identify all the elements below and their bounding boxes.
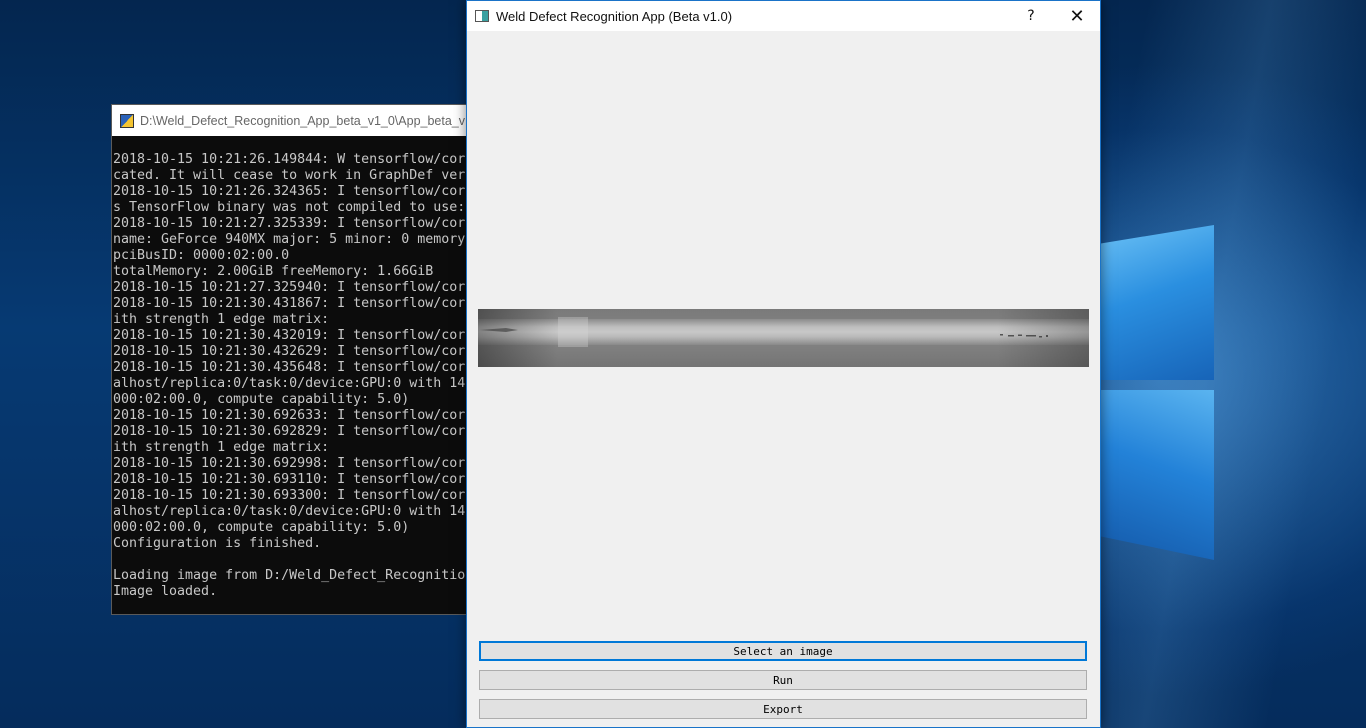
console-line: 2018-10-15 10:21:30.432019: I tensorflow…	[113, 328, 470, 343]
console-line: 2018-10-15 10:21:27.325940: I tensorflow…	[113, 280, 470, 295]
run-button[interactable]: Run	[479, 670, 1087, 690]
weld-image-view	[478, 309, 1089, 367]
help-button[interactable]: ?	[1008, 1, 1054, 31]
close-button[interactable]: ✕	[1054, 1, 1100, 31]
console-titlebar[interactable]: D:\Weld_Defect_Recognition_App_beta_v1_0…	[112, 105, 470, 136]
console-line: 2018-10-15 10:21:30.692829: I tensorflow…	[113, 424, 470, 439]
console-line: totalMemory: 2.00GiB freeMemory: 1.66GiB	[113, 264, 434, 279]
console-line: s TensorFlow binary was not compiled to …	[113, 200, 466, 215]
console-line: 2018-10-15 10:21:30.693300: I tensorflow…	[113, 488, 470, 503]
console-line: 2018-10-15 10:21:30.692633: I tensorflow…	[113, 408, 470, 423]
app-titlebar[interactable]: Weld Defect Recognition App (Beta v1.0) …	[467, 1, 1100, 31]
console-line: Image loaded.	[113, 584, 218, 599]
app-title: Weld Defect Recognition App (Beta v1.0)	[496, 8, 733, 24]
console-line: 2018-10-15 10:21:30.692998: I tensorflow…	[113, 456, 470, 471]
console-line: pciBusID: 0000:02:00.0	[113, 248, 290, 263]
close-icon: ✕	[1069, 5, 1085, 27]
console-line: alhost/replica:0/task:0/device:GPU:0 wit…	[113, 376, 470, 391]
console-line: 2018-10-15 10:21:30.431867: I tensorflow…	[113, 296, 470, 311]
console-line: 2018-10-15 10:21:30.693110: I tensorflow…	[113, 472, 470, 487]
console-line: Loading image from D:/Weld_Defect_Recogn…	[113, 568, 466, 583]
console-app-icon	[120, 113, 134, 128]
windows-logo-pane-top	[1100, 225, 1214, 380]
weld-radiograph-image	[478, 309, 1089, 367]
console-line: 2018-10-15 10:21:30.432629: I tensorflow…	[113, 344, 470, 359]
console-line: 2018-10-15 10:21:26.324365: I tensorflow…	[113, 184, 470, 199]
console-line: ith strength 1 edge matrix:	[113, 312, 330, 327]
console-line: cated. It will cease to work in GraphDef…	[113, 168, 470, 183]
help-icon: ?	[1027, 8, 1035, 24]
console-line: alhost/replica:0/task:0/device:GPU:0 wit…	[113, 504, 470, 519]
console-line: 2018-10-15 10:21:26.149844: W tensorflow…	[113, 152, 470, 167]
console-line: ith strength 1 edge matrix:	[113, 440, 330, 455]
console-line: 000:02:00.0, compute capability: 5.0)	[113, 520, 410, 535]
console-line: 000:02:00.0, compute capability: 5.0)	[113, 392, 410, 407]
console-output: 2018-10-15 10:21:26.149844: W tensorflow…	[112, 136, 470, 600]
export-button[interactable]: Export	[479, 699, 1087, 719]
console-window[interactable]: D:\Weld_Defect_Recognition_App_beta_v1_0…	[111, 104, 471, 615]
console-line: Configuration is finished.	[113, 536, 322, 551]
console-line: name: GeForce 940MX major: 5 minor: 0 me…	[113, 232, 470, 247]
windows-logo-pane-bottom	[1100, 390, 1214, 560]
app-window[interactable]: Weld Defect Recognition App (Beta v1.0) …	[466, 0, 1101, 728]
console-title: D:\Weld_Defect_Recognition_App_beta_v1_0…	[140, 113, 465, 128]
select-image-button[interactable]: Select an image	[479, 641, 1087, 661]
console-line: 2018-10-15 10:21:30.435648: I tensorflow…	[113, 360, 470, 375]
qt-window-icon	[475, 10, 489, 22]
console-line: 2018-10-15 10:21:27.325339: I tensorflow…	[113, 216, 470, 231]
